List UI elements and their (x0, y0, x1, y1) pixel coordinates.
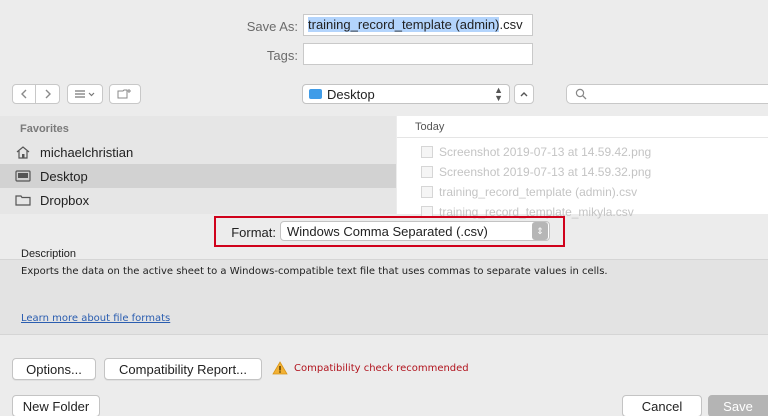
description-panel: Exports the data on the active sheet to … (0, 259, 768, 335)
save-as-field[interactable]: training_record_template (admin).csv (303, 14, 533, 36)
warning-icon (272, 361, 288, 378)
file-name: Screenshot 2019-07-13 at 14.59.32.png (439, 165, 652, 179)
cancel-button[interactable]: Cancel (622, 395, 702, 416)
chevron-right-icon (45, 89, 51, 99)
tags-label: Tags: (266, 48, 298, 63)
forward-button[interactable] (36, 84, 60, 104)
collapse-button[interactable] (514, 84, 534, 104)
sidebar-item-label: Desktop (40, 168, 88, 184)
description-text: Exports the data on the active sheet to … (21, 266, 608, 277)
sidebar-item-label: Dropbox (40, 192, 90, 208)
learn-more-link[interactable]: Learn more about file formats (21, 313, 170, 324)
sidebar: Favorites michaelchristian Desktop Dropb… (0, 116, 396, 214)
sidebar-item-label: michaelchristian (40, 144, 134, 160)
save-as-label: Save As: (246, 19, 298, 34)
folder-icon (14, 193, 32, 207)
updown-arrows-icon: ⇕ (532, 222, 548, 240)
new-folder-toolbar-button[interactable] (109, 84, 141, 104)
column-header-today: Today (397, 116, 768, 138)
file-item[interactable]: Screenshot 2019-07-13 at 14.59.42.png (397, 142, 768, 162)
tags-field[interactable] (303, 43, 533, 65)
document-icon (421, 186, 433, 198)
format-value: Windows Comma Separated (.csv) (287, 223, 488, 239)
compatibility-warning-text: Compatibility check recommended (294, 363, 469, 374)
chevron-up-icon (520, 92, 528, 97)
image-file-icon (421, 166, 433, 178)
image-file-icon (421, 146, 433, 158)
home-icon (14, 145, 32, 159)
view-options-button[interactable] (67, 84, 103, 104)
file-list: Today Screenshot 2019-07-13 at 14.59.42.… (397, 116, 768, 219)
back-button[interactable] (12, 84, 36, 104)
file-item[interactable]: training_record_template (admin).csv (397, 182, 768, 202)
sidebar-item-dropbox[interactable]: Dropbox (0, 188, 396, 212)
file-item[interactable]: Screenshot 2019-07-13 at 14.59.32.png (397, 162, 768, 182)
search-icon (575, 88, 587, 100)
location-popup[interactable]: Desktop ▲ ▼ (302, 84, 510, 104)
sidebar-item-desktop[interactable]: Desktop (0, 164, 396, 188)
file-name: training_record_template (admin).csv (439, 185, 638, 199)
desktop-folder-icon (14, 169, 32, 183)
format-popup[interactable]: Windows Comma Separated (.csv) ⇕ (280, 221, 550, 241)
favorites-header: Favorites (20, 123, 69, 135)
new-folder-button[interactable]: New Folder (12, 395, 100, 416)
filename-selected-text: training_record_template (admin) (308, 17, 500, 32)
compatibility-report-button[interactable]: Compatibility Report... (104, 358, 262, 380)
location-label: Desktop (327, 86, 375, 102)
updown-arrows-icon: ▲ ▼ (494, 85, 503, 103)
filename-extension: .csv (499, 17, 523, 32)
desktop-folder-icon (309, 89, 322, 99)
save-button[interactable]: Save (708, 395, 768, 416)
file-name: Screenshot 2019-07-13 at 14.59.42.png (439, 145, 652, 159)
list-view-icon (75, 90, 95, 98)
chevron-left-icon (21, 89, 27, 99)
sidebar-item-home[interactable]: michaelchristian (0, 140, 396, 164)
new-folder-icon (117, 89, 131, 99)
format-label: Format: (231, 225, 276, 240)
back-forward-group (12, 84, 60, 104)
options-button[interactable]: Options... (12, 358, 96, 380)
search-field[interactable] (566, 84, 768, 104)
